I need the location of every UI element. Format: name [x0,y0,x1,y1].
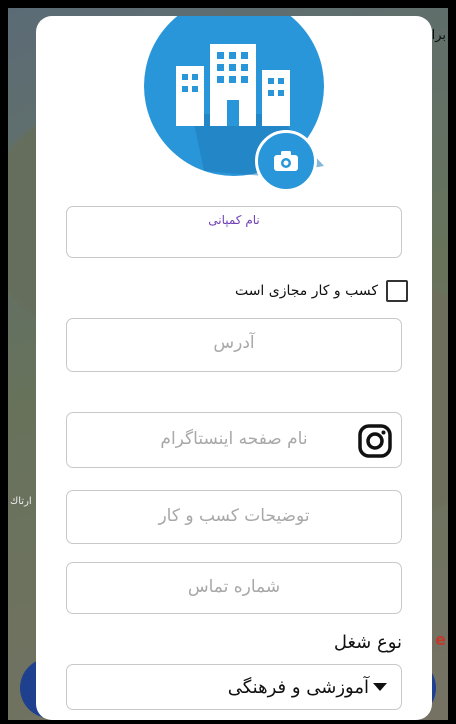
virtual-business-checkbox[interactable] [386,280,408,302]
chevron-down-icon [373,683,387,691]
address-placeholder: آدرس [213,333,255,353]
phone-field[interactable]: شماره تماس [66,562,402,614]
company-name-label: نام کمپانی [208,213,260,227]
job-type-dropdown[interactable]: آموزشی و فرهنگی [66,664,402,710]
job-type-label: نوع شغل [333,632,402,653]
description-field[interactable]: توضیحات کسب و کار [66,490,402,544]
virtual-business-row: کسب و کار مجازی است [235,280,408,302]
instagram-field[interactable]: نام صفحه اینستاگرام [66,412,402,468]
map-label-left: ارتاك [10,496,32,507]
map-label-top: برا [431,28,446,43]
description-placeholder: توضیحات کسب و کار [158,506,310,526]
address-field[interactable]: آدرس [66,318,402,372]
company-name-field[interactable]: نام کمپانی [66,206,402,258]
instagram-placeholder: نام صفحه اینستاگرام [160,429,308,449]
instagram-icon [358,424,392,458]
app-frame: برا ارتاك e نام کمپانی کسب و کار مجازی ا… [8,8,448,720]
virtual-business-label: کسب و کار مجازی است [234,283,378,299]
job-type-value: آموزشی و فرهنگی [227,676,369,698]
company-form-modal: نام کمپانی کسب و کار مجازی است آدرس نام … [36,16,432,720]
map-label-right: e [435,630,446,649]
camera-icon [274,151,298,171]
camera-button[interactable] [255,130,317,192]
phone-placeholder: شماره تماس [187,577,281,597]
